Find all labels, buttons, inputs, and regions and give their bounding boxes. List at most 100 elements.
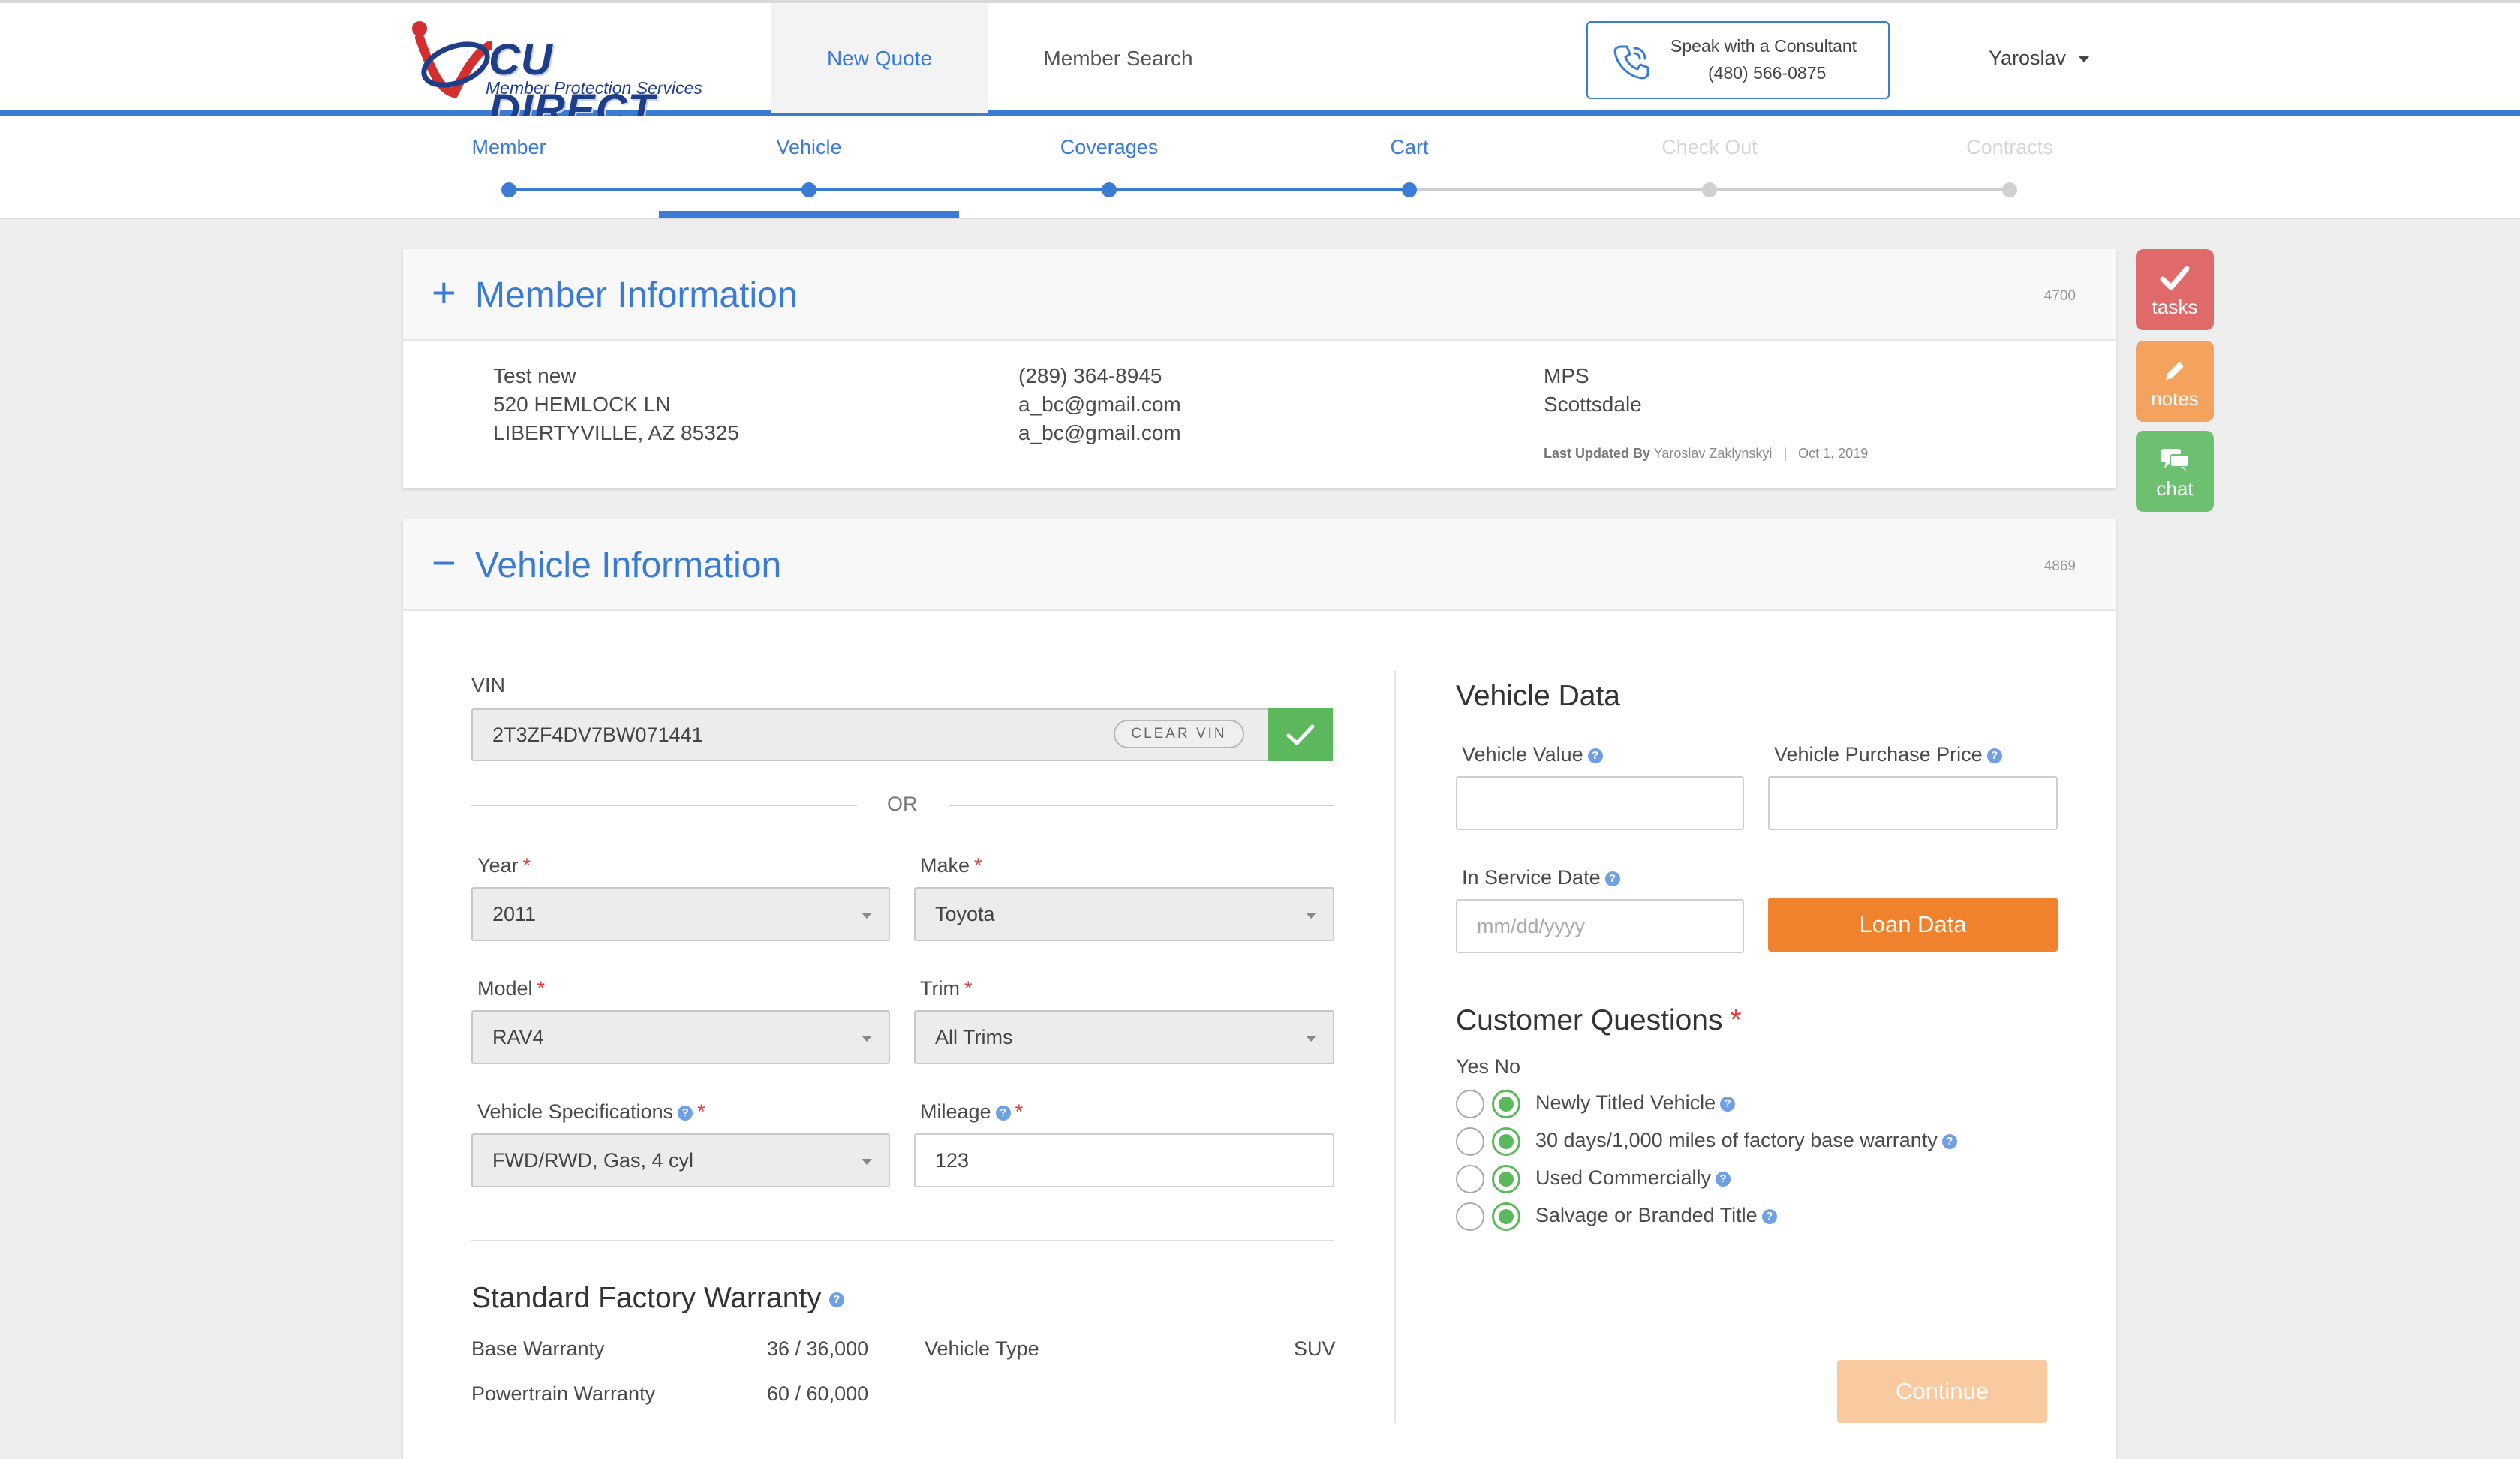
- vehicle-specifications-select[interactable]: FWD/RWD, Gas, 4 cyl: [471, 1133, 890, 1187]
- continue-label: Continue: [1895, 1378, 1989, 1404]
- member-email-secondary: a_bc@gmail.com: [1018, 421, 1181, 444]
- help-icon[interactable]: ?: [1720, 1096, 1736, 1112]
- radio-no-salvage-title[interactable]: [1492, 1202, 1520, 1231]
- required-mark: *: [1730, 1004, 1742, 1036]
- radio-no-newly-titled[interactable]: [1492, 1090, 1520, 1118]
- radio-yes-newly-titled[interactable]: [1456, 1090, 1484, 1118]
- vehicle-data-title: Vehicle Data: [1456, 680, 1620, 712]
- collapse-minus-icon[interactable]: −: [432, 542, 456, 584]
- chat-button[interactable]: chat: [2136, 431, 2214, 512]
- chat-label: chat: [2156, 477, 2194, 500]
- trim-select[interactable]: All Trims: [914, 1010, 1334, 1064]
- last-updated-separator: |: [1783, 446, 1788, 461]
- expand-plus-icon[interactable]: +: [432, 272, 456, 314]
- member-panel-header[interactable]: + Member Information 4700: [403, 249, 2116, 341]
- customer-questions-title: Customer Questions *: [1456, 1004, 1742, 1037]
- year-select[interactable]: 2011: [471, 887, 890, 941]
- speak-with-consultant-button[interactable]: Speak with a Consultant (480) 566-0875: [1586, 21, 1890, 99]
- vehicle-panel-header[interactable]: − Vehicle Information 4869: [403, 519, 2116, 611]
- help-icon[interactable]: ?: [1941, 1133, 1957, 1149]
- tasks-button[interactable]: tasks: [2136, 249, 2214, 330]
- vin-value: 2T3ZF4DV7BW071441: [492, 723, 703, 746]
- user-name: Yaroslav: [1989, 47, 2067, 69]
- help-icon[interactable]: ?: [1716, 1171, 1731, 1187]
- question-newly-titled: Newly Titled Vehicle?: [1535, 1091, 1736, 1115]
- required-mark: *: [697, 1100, 705, 1123]
- step-contracts: Contracts: [1966, 136, 2053, 158]
- question-factory-warranty: 30 days/1,000 miles of factory base warr…: [1535, 1129, 1957, 1152]
- last-updated-label: Last Updated By: [1544, 446, 1651, 461]
- powertrain-warranty-value: 60 / 60,000: [767, 1382, 869, 1405]
- model-select[interactable]: RAV4: [471, 1010, 890, 1064]
- radio-no-used-commercially[interactable]: [1492, 1165, 1520, 1193]
- vehicle-type-value: SUV: [1294, 1337, 1336, 1360]
- member-address-line2: LIBERTYVILLE, AZ 85325: [493, 421, 739, 444]
- vehicle-type-label: Vehicle Type: [925, 1337, 1039, 1360]
- cu-direct-logo[interactable]: CU DIRECT Member Protection Services: [409, 18, 724, 134]
- radio-yes-salvage-title[interactable]: [1456, 1202, 1484, 1231]
- make-value: Toyota: [935, 902, 995, 925]
- active-step-indicator: [659, 211, 959, 218]
- help-icon[interactable]: ?: [1761, 1208, 1777, 1224]
- step-member[interactable]: Member: [471, 136, 546, 159]
- section-divider: [471, 1240, 1334, 1241]
- member-panel-title: Member Information: [475, 275, 798, 315]
- purchase-price-input[interactable]: [1768, 776, 2058, 830]
- step-coverages[interactable]: Coverages: [1060, 136, 1159, 159]
- help-icon[interactable]: ?: [678, 1105, 693, 1121]
- year-label-text: Year: [477, 854, 519, 877]
- last-updated-date: Oct 1, 2019: [1798, 446, 1869, 461]
- step-dot-cart: [1402, 182, 1417, 197]
- year-value: 2011: [492, 902, 537, 925]
- notes-button[interactable]: notes: [2136, 341, 2214, 422]
- yes-no-header: Yes No: [1456, 1055, 1521, 1078]
- member-city: Scottsdale: [1544, 393, 1642, 416]
- user-menu[interactable]: Yaroslav: [1989, 47, 2090, 70]
- step-cart[interactable]: Cart: [1390, 136, 1428, 159]
- model-label-text: Model: [477, 977, 533, 1000]
- or-divider-left: [471, 805, 857, 806]
- help-icon[interactable]: ?: [1986, 748, 2002, 763]
- required-mark: *: [1015, 1100, 1024, 1123]
- make-select[interactable]: Toyota: [914, 887, 1334, 941]
- vehicle-value-input[interactable]: [1456, 776, 1744, 830]
- column-divider: [1394, 671, 1396, 1423]
- tab-new-quote[interactable]: New Quote: [771, 3, 988, 113]
- chevron-down-icon: [1306, 913, 1316, 919]
- vehicle-panel-title: Vehicle Information: [475, 546, 782, 585]
- loan-data-button[interactable]: Loan Data: [1768, 898, 2058, 952]
- member-panel-id: 4700: [2043, 288, 2076, 304]
- specs-label: Vehicle Specifications? *: [477, 1100, 705, 1124]
- vin-validate-button[interactable]: [1268, 708, 1333, 761]
- clear-vin-button[interactable]: CLEAR VIN: [1114, 720, 1244, 748]
- powertrain-warranty-label: Powertrain Warranty: [471, 1382, 656, 1405]
- help-icon[interactable]: ?: [1587, 748, 1603, 763]
- help-icon[interactable]: ?: [1604, 871, 1620, 886]
- logo-subtitle: Member Protection Services: [486, 78, 702, 98]
- tab-member-search[interactable]: Member Search: [988, 3, 1249, 113]
- chevron-down-icon: [862, 1036, 872, 1042]
- step-vehicle[interactable]: Vehicle: [776, 136, 841, 159]
- in-service-date-input[interactable]: mm/dd/yyyy: [1456, 899, 1744, 953]
- chevron-down-icon: [862, 913, 872, 919]
- help-icon[interactable]: ?: [828, 1292, 844, 1307]
- make-label: Make *: [920, 854, 982, 877]
- warranty-title: Standard Factory Warranty?: [471, 1282, 844, 1315]
- radio-no-factory-warranty[interactable]: [1492, 1127, 1520, 1156]
- mileage-input[interactable]: 123: [914, 1133, 1334, 1187]
- continue-button[interactable]: Continue: [1837, 1360, 2047, 1423]
- in-service-date-label-text: In Service Date: [1462, 866, 1601, 889]
- mileage-label-text: Mileage: [920, 1100, 991, 1123]
- question-text: 30 days/1,000 miles of factory base warr…: [1535, 1129, 1938, 1151]
- trim-value: All Trims: [935, 1025, 1013, 1048]
- trim-label: Trim *: [920, 977, 973, 1000]
- member-information-panel: + Member Information 4700 Test new 520 H…: [403, 249, 2116, 488]
- in-service-date-placeholder: mm/dd/yyyy: [1477, 914, 1586, 937]
- radio-yes-factory-warranty[interactable]: [1456, 1127, 1484, 1156]
- last-updated-info: Last Updated By Yaroslav Zaklynskyi | Oc…: [1544, 446, 1868, 462]
- member-org-block: MPS Scottsdale: [1544, 362, 1642, 419]
- consultant-phone: (480) 566-0875: [1708, 63, 1827, 83]
- radio-yes-used-commercially[interactable]: [1456, 1165, 1484, 1193]
- help-icon[interactable]: ?: [995, 1105, 1011, 1121]
- chevron-down-icon: [862, 1159, 872, 1165]
